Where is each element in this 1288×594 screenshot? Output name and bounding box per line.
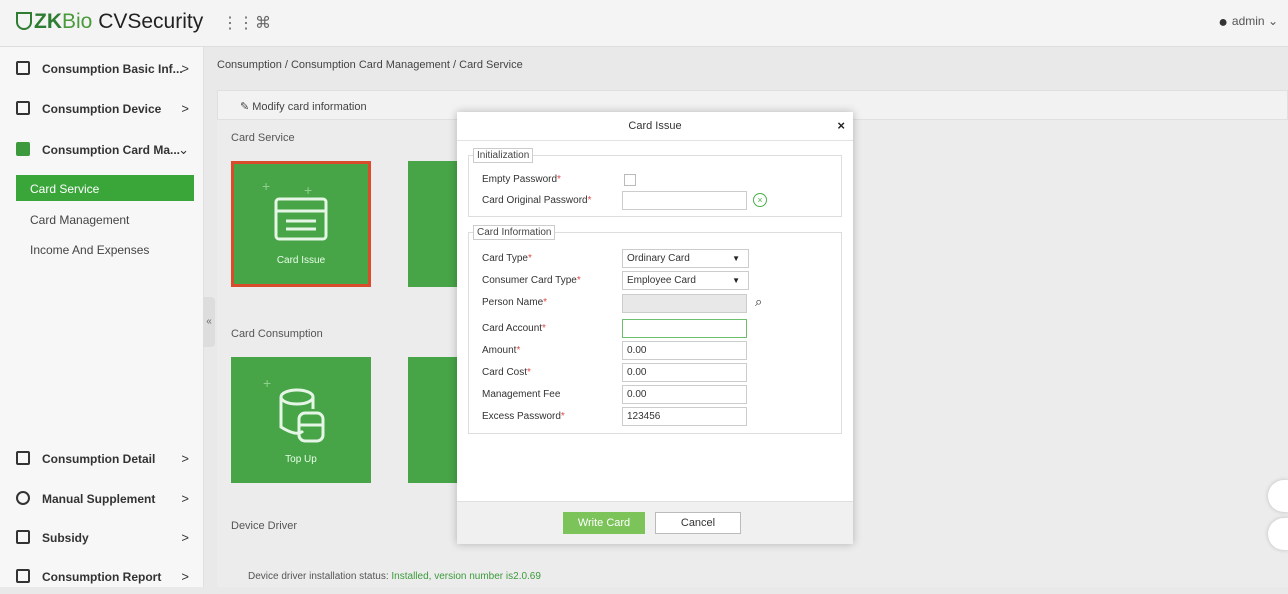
management-fee-label: Management Fee (482, 389, 561, 400)
driver-status-value: Installed, version number is2.0.69 (391, 571, 541, 582)
sidebar-item-label: Consumption Basic Inf... (42, 62, 183, 76)
window-icon (16, 61, 30, 75)
tile-label: Top Up (285, 454, 317, 465)
card-icon (16, 142, 30, 156)
driver-status: Device driver installation status: Insta… (248, 571, 541, 582)
top-bar: ZKBio CVSecurity ⋮⋮ ⌘ ● admin ⌄ (0, 0, 1288, 47)
user-circle-icon: ● (1218, 14, 1228, 31)
empty-password-checkbox[interactable] (624, 174, 636, 186)
write-card-button[interactable]: Write Card (563, 512, 645, 534)
excess-password-input[interactable] (622, 407, 747, 426)
sidebar-subitem-card-management[interactable]: Card Management (30, 213, 129, 227)
search-icon[interactable]: ⌕ (755, 294, 762, 310)
chevron-right-icon: > (181, 569, 189, 584)
card-issue-dialog: Card Issue × Initialization Empty Passwo… (457, 112, 853, 544)
chevron-right-icon: > (181, 451, 189, 466)
card-original-password-input[interactable] (622, 191, 747, 210)
app-logo[interactable]: ZKBio CVSecurity (16, 10, 203, 34)
cancel-button[interactable]: Cancel (655, 512, 741, 534)
sidebar-item-consumption-device[interactable]: Consumption Device > (0, 92, 203, 126)
sidebar-item-label: Consumption Device (42, 102, 162, 116)
section-title-device-driver: Device Driver (231, 520, 298, 532)
management-fee-input[interactable] (622, 385, 747, 404)
clear-circle-icon[interactable]: × (753, 193, 767, 207)
list-icon (16, 451, 30, 465)
sidebar-item-label: Manual Supplement (42, 492, 156, 506)
card-issue-tile[interactable]: + + Card Issue (231, 161, 371, 287)
card-consumption-tile-2[interactable] (408, 357, 458, 483)
sidebar-item-consumption-report[interactable]: Consumption Report > (0, 560, 203, 594)
card-account-input[interactable] (622, 319, 747, 338)
sidebar-item-label: Consumption Detail (42, 452, 156, 466)
sidebar-item-label: Consumption Card Ma... (42, 143, 180, 157)
section-title-card-service: Card Service (231, 132, 295, 144)
sparkle-icon: + (263, 375, 272, 391)
user-name: admin (1231, 14, 1265, 28)
card-original-password-label: Card Original Password* (482, 195, 592, 206)
initialization-fieldset: Initialization Empty Password* Card Orig… (468, 148, 842, 217)
consumer-card-type-select[interactable]: Employee Card ▼ (622, 271, 749, 290)
person-name-input[interactable] (622, 294, 747, 313)
person-name-label: Person Name* (482, 297, 548, 308)
subsidy-icon (16, 530, 30, 544)
empty-password-label: Empty Password* (482, 174, 561, 185)
card-type-label: Card Type* (482, 253, 532, 264)
initialization-legend: Initialization (473, 148, 534, 163)
close-icon[interactable]: × (837, 118, 845, 133)
dialog-title: Card Issue (457, 112, 853, 141)
card-window-icon (274, 197, 328, 241)
sidebar-item-consumption-detail[interactable]: Consumption Detail > (0, 442, 203, 476)
modify-card-info-link[interactable]: ✎ Modify card information (240, 100, 367, 113)
chevron-down-icon: ⌄ (178, 142, 189, 157)
sidebar-item-subsidy[interactable]: Subsidy > (0, 521, 203, 555)
card-cost-label: Card Cost* (482, 367, 531, 378)
command-icon[interactable]: ⌘ (255, 13, 271, 33)
chevron-right-icon: > (181, 530, 189, 545)
chevron-right-icon: > (181, 101, 189, 116)
driver-status-label: Device driver installation status: (248, 571, 389, 582)
card-information-legend: Card Information (473, 225, 556, 240)
sidebar-collapse-toggle[interactable]: « (203, 297, 215, 347)
card-information-fieldset: Card Information Card Type* Ordinary Car… (468, 225, 842, 434)
users-icon (16, 491, 30, 505)
device-icon (16, 101, 30, 115)
card-type-select[interactable]: Ordinary Card ▼ (622, 249, 749, 268)
logo-shield-icon (16, 12, 32, 30)
card-service-tile-2[interactable] (408, 161, 458, 287)
report-icon (16, 569, 30, 583)
database-icon (279, 388, 325, 443)
chevron-right-icon: > (181, 61, 189, 76)
grid-icon[interactable]: ⋮⋮ (222, 13, 254, 33)
dialog-footer: Write Card Cancel (457, 501, 853, 544)
amount-label: Amount* (482, 345, 521, 356)
tile-label: Card Issue (276, 255, 326, 266)
sidebar-item-consumption-card-management[interactable]: Consumption Card Ma... ⌄ (0, 133, 203, 167)
chevron-down-icon: ⌄ (1267, 14, 1278, 28)
amount-input[interactable] (622, 341, 747, 360)
chevron-right-icon: > (181, 491, 189, 506)
breadcrumb: Consumption / Consumption Card Managemen… (217, 59, 523, 71)
sidebar-item-label: Subsidy (42, 531, 89, 545)
sidebar-subitem-income-and-expenses[interactable]: Income And Expenses (30, 243, 149, 257)
consumer-card-type-label: Consumer Card Type* (482, 275, 581, 286)
card-cost-input[interactable] (622, 363, 747, 382)
caret-down-icon: ▼ (732, 254, 740, 263)
sidebar-item-consumption-basic-info[interactable]: Consumption Basic Inf... > (0, 52, 203, 86)
section-title-card-consumption: Card Consumption (231, 328, 323, 340)
card-account-label: Card Account* (482, 323, 546, 334)
sidebar: Consumption Basic Inf... > Consumption D… (0, 47, 204, 587)
sidebar-subitem-card-service[interactable]: Card Service (16, 175, 194, 201)
sparkle-icon: + (304, 182, 313, 198)
sidebar-subitem-label: Card Service (30, 182, 100, 196)
excess-password-label: Excess Password* (482, 411, 565, 422)
top-up-tile[interactable]: + Top Up (231, 357, 371, 483)
sidebar-item-label: Consumption Report (42, 570, 162, 584)
sidebar-item-manual-supplement[interactable]: Manual Supplement > (0, 482, 203, 516)
sparkle-icon: + (262, 178, 271, 194)
caret-down-icon: ▼ (732, 276, 740, 285)
user-menu[interactable]: ● admin ⌄ (1218, 14, 1278, 32)
